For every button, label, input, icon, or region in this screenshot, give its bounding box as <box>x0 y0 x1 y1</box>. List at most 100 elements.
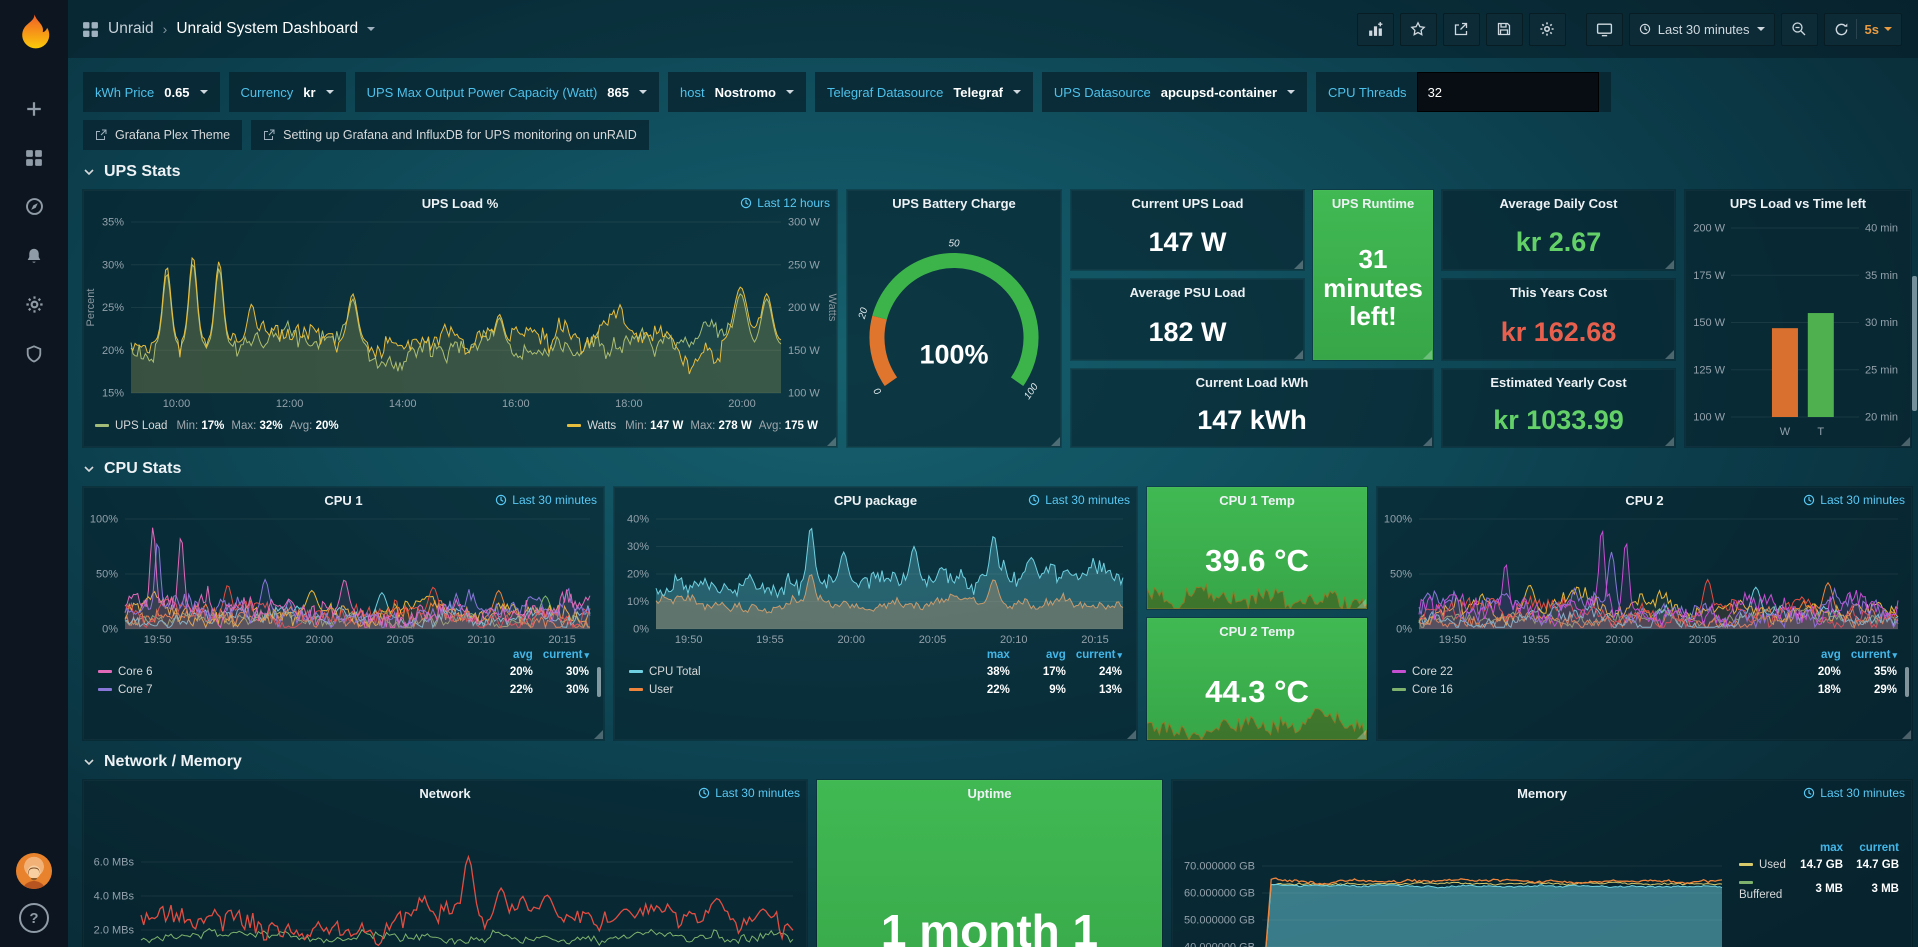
sidebar-item-server-admin[interactable] <box>0 329 68 378</box>
legend-item[interactable]: UPS LoadMin: 17%Max: 32%Avg: 20% <box>95 420 346 432</box>
panel-title[interactable]: CPU 2 Temp <box>1219 624 1295 639</box>
panel-title[interactable]: Memory <box>1517 786 1567 801</box>
stat-value: kr 1033.99 <box>1442 395 1675 447</box>
panel-title[interactable]: Uptime <box>967 786 1011 801</box>
svg-text:200 W: 200 W <box>1693 223 1725 235</box>
panel-title[interactable]: Average Daily Cost <box>1499 196 1617 211</box>
zoom-out-time-button[interactable] <box>1781 13 1818 46</box>
variable-telegraf-datasource[interactable]: Telegraf Datasource Telegraf <box>815 72 1033 112</box>
legend-row[interactable]: Core 2220%35% <box>1387 663 1902 681</box>
legend-row[interactable]: Used14.7 GB14.7 GB <box>1734 856 1904 874</box>
scrollbar-thumb[interactable] <box>1912 276 1917 411</box>
dashboard-title-caret-icon[interactable] <box>367 27 375 31</box>
breadcrumb-org[interactable]: Unraid <box>108 20 154 38</box>
cpu-stats-row: CPU 1 Last 30 minutes 100%50%0%19:5019:5… <box>83 487 1912 740</box>
dashboard-link[interactable]: Grafana Plex Theme <box>83 120 242 150</box>
time-range-picker[interactable]: Last 30 minutes <box>1629 13 1775 46</box>
panel-title[interactable]: UPS Runtime <box>1332 196 1414 211</box>
variable-ups-datasource[interactable]: UPS Datasourceapcupsd-container <box>1042 72 1307 112</box>
legend-row[interactable]: Buffered3 MB3 MB <box>1734 874 1904 904</box>
variable-label: Telegraf Datasource <box>827 85 943 100</box>
section-header-ups-stats[interactable]: UPS Stats <box>83 150 1912 190</box>
legend-column-header[interactable]: avg <box>1015 647 1071 663</box>
panel-title[interactable]: CPU package <box>834 493 917 508</box>
cpu2-temp-sparkline <box>1147 702 1367 740</box>
panel-time-badge[interactable]: Last 30 minutes <box>1803 780 1905 806</box>
variable-host[interactable]: hostNostromo <box>668 72 806 112</box>
panel-title[interactable]: Network <box>419 786 470 801</box>
dashboard-link[interactable]: Setting up Grafana and InfluxDB for UPS … <box>251 120 649 150</box>
variable-value[interactable]: Telegraf <box>953 85 1003 100</box>
panel-title[interactable]: Current UPS Load <box>1132 196 1244 211</box>
panel-title[interactable]: Average PSU Load <box>1130 285 1246 300</box>
panel-time-badge[interactable]: Last 12 hours <box>740 190 830 216</box>
panel-time-badge[interactable]: Last 30 minutes <box>1803 487 1905 513</box>
variable-kwh-price[interactable]: kWh Price0.65 <box>83 72 220 112</box>
variable-value[interactable]: 865 <box>607 85 629 100</box>
legend-row[interactable]: Core 722%30% <box>93 681 594 699</box>
panel-title[interactable]: UPS Load % <box>422 196 499 211</box>
legend-scrollbar[interactable] <box>597 667 601 697</box>
cpu2-chart: 100%50%0%19:5019:5520:0020:0520:1020:15 <box>1377 513 1912 647</box>
legend-column-header[interactable]: max <box>1792 840 1848 856</box>
share-dashboard-button[interactable] <box>1443 13 1480 46</box>
panel-title[interactable]: UPS Battery Charge <box>892 196 1016 211</box>
sidebar-item-explore[interactable] <box>0 182 68 231</box>
variable-cpu-threads[interactable]: CPU Threads <box>1316 72 1611 112</box>
svg-text:Percent: Percent <box>85 289 97 327</box>
breadcrumb-dashboard-title[interactable]: Unraid System Dashboard <box>176 20 358 38</box>
variable-value[interactable]: kr <box>303 85 315 100</box>
sidebar-item-create[interactable] <box>0 84 68 133</box>
grafana-logo[interactable] <box>11 10 57 56</box>
panel-title[interactable]: UPS Load vs Time left <box>1730 196 1866 211</box>
variable-value[interactable]: 0.65 <box>164 85 189 100</box>
panel-time-badge[interactable]: Last 30 minutes <box>1028 487 1130 513</box>
section-header-cpu-stats[interactable]: CPU Stats <box>83 447 1912 487</box>
cycle-view-mode-button[interactable] <box>1586 13 1623 46</box>
panel-title[interactable]: This Years Cost <box>1510 285 1607 300</box>
panel-title[interactable]: CPU 1 <box>324 493 362 508</box>
user-avatar[interactable] <box>16 853 52 889</box>
legend-column-header[interactable]: max <box>959 647 1015 663</box>
variable-value[interactable]: Nostromo <box>715 85 776 100</box>
legend-column-header[interactable]: avg <box>482 647 538 663</box>
legend-column-header[interactable]: current▾ <box>1846 647 1902 663</box>
sidebar-item-configuration[interactable] <box>0 280 68 329</box>
star-dashboard-button[interactable] <box>1400 13 1437 46</box>
stat-value: kr 2.67 <box>1442 216 1675 270</box>
legend-row[interactable]: Core 1618%29% <box>1387 681 1902 699</box>
legend-item[interactable]: WattsMin: 147 WMax: 278 WAvg: 175 W <box>567 420 825 432</box>
add-panel-button[interactable] <box>1357 13 1394 46</box>
sidebar-item-alerting[interactable] <box>0 231 68 280</box>
variable-currency[interactable]: Currencykr <box>229 72 346 112</box>
dashboard-settings-button[interactable] <box>1529 13 1566 46</box>
legend-row[interactable]: User22%9%13% <box>624 681 1127 699</box>
legend-column-header[interactable]: current▾ <box>538 647 594 663</box>
legend-scrollbar[interactable] <box>1905 667 1909 697</box>
save-dashboard-button[interactable] <box>1486 13 1523 46</box>
sidebar-item-dashboards[interactable] <box>0 133 68 182</box>
panel-title[interactable]: CPU 1 Temp <box>1219 493 1295 508</box>
plus-icon <box>25 100 43 118</box>
panel-title[interactable]: Current Load kWh <box>1196 375 1309 390</box>
variable-value[interactable]: apcupsd-container <box>1161 85 1277 100</box>
legend-column-header[interactable]: current <box>1848 840 1904 856</box>
panel-time-badge[interactable]: Last 30 minutes <box>495 487 597 513</box>
panel-time-badge[interactable]: Last 30 minutes <box>698 780 800 806</box>
panel-cpu2: CPU 2 Last 30 minutes 100%50%0%19:5019:5… <box>1377 487 1912 740</box>
panel-title[interactable]: Estimated Yearly Cost <box>1490 375 1626 390</box>
panel-title[interactable]: CPU 2 <box>1625 493 1663 508</box>
ups-load-legend[interactable]: UPS LoadMin: 17%Max: 32%Avg: 20% WattsMin… <box>83 411 837 441</box>
variable-ups-max-output-power-capacity-watt-[interactable]: UPS Max Output Power Capacity (Watt)865 <box>355 72 659 112</box>
help-button[interactable]: ? <box>19 903 49 933</box>
variable-text-input[interactable] <box>1417 72 1599 112</box>
page-scrollbar[interactable] <box>1912 58 1918 947</box>
refresh-interval[interactable]: 5s <box>1856 19 1892 39</box>
legend-row[interactable]: Core 620%30% <box>93 663 594 681</box>
refresh-button-group[interactable]: 5s <box>1824 13 1902 46</box>
legend-column-header[interactable]: avg <box>1790 647 1846 663</box>
section-header-network-memory[interactable]: Network / Memory <box>83 740 1912 780</box>
svg-text:20:00: 20:00 <box>1605 634 1633 646</box>
legend-column-header[interactable]: current▾ <box>1071 647 1127 663</box>
legend-row[interactable]: CPU Total38%17%24% <box>624 663 1127 681</box>
